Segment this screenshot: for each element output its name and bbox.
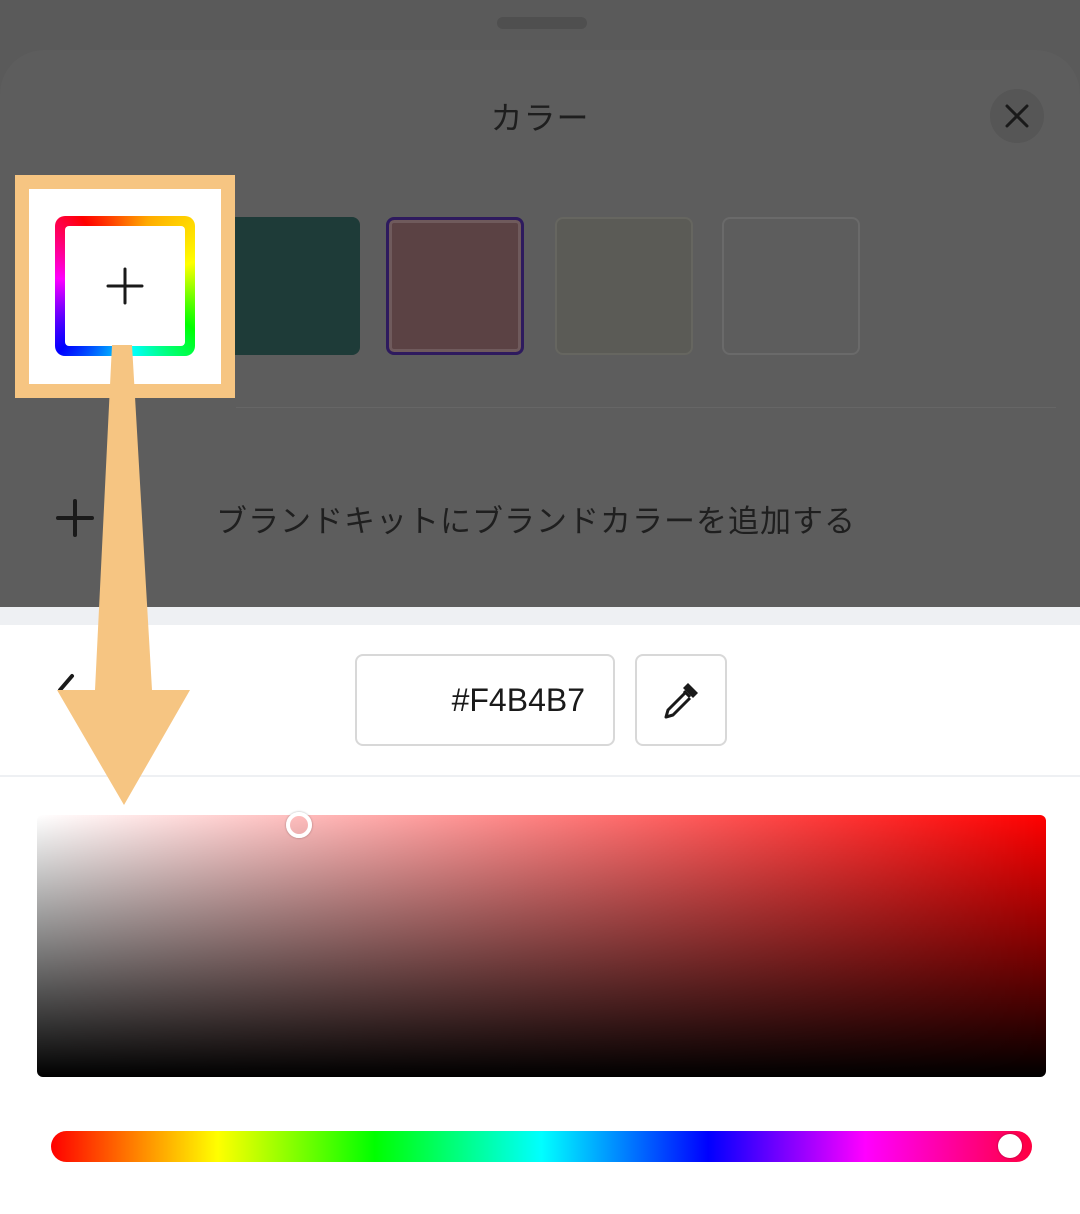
divider (0, 775, 1080, 777)
panel-separator (0, 607, 1080, 625)
close-button[interactable] (990, 89, 1044, 143)
add-brand-color-row[interactable]: ブランドキットにブランドカラーを追加する (50, 488, 950, 548)
custom-color-button-inner[interactable] (65, 226, 185, 346)
chevron-left-icon[interactable] (52, 670, 82, 710)
eyedropper-button[interactable] (635, 654, 727, 746)
plus-icon (106, 267, 144, 305)
sheet-title: カラー (490, 99, 590, 137)
hue-slider[interactable] (51, 1131, 1032, 1162)
plus-icon (56, 499, 94, 537)
close-icon (1005, 104, 1029, 128)
saturation-value-handle[interactable] (286, 812, 312, 838)
eyedropper-icon (664, 683, 698, 719)
divider (236, 407, 1056, 408)
hex-input[interactable]: #F4B4B7 (355, 654, 615, 746)
hue-slider-handle[interactable] (998, 1134, 1022, 1158)
color-swatch[interactable] (555, 217, 693, 355)
color-swatch[interactable] (722, 217, 860, 355)
saturation-value-area[interactable] (37, 815, 1046, 1077)
drag-handle[interactable] (497, 17, 587, 29)
color-swatch-selected[interactable] (386, 217, 524, 355)
add-brand-color-label: ブランドキットにブランドカラーを追加する (216, 503, 856, 540)
color-swatch[interactable] (222, 217, 360, 355)
